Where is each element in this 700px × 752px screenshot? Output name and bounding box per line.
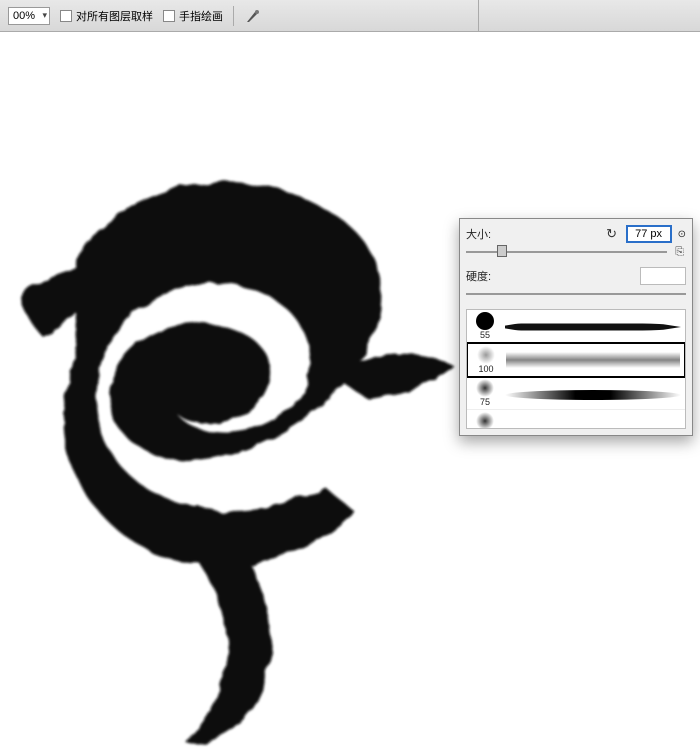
brush-thumb: 75 [471,379,499,407]
options-divider [233,6,234,26]
hardness-slider-row [466,287,686,301]
finger-painting-checkbox[interactable] [163,10,175,22]
brush-thumb: 55 [471,312,499,340]
brush-list-item[interactable]: 55 [467,310,685,343]
finger-painting-group[interactable]: 手指绘画 [163,8,223,24]
brush-list-item[interactable]: 75 [467,377,685,410]
options-bar: 00% 对所有图层取样 手指绘画 [0,0,700,32]
calligraphy-stroke [0,112,485,752]
brush-preset-panel: 大小: ↻ 77 px ⊙ ⎘ 硬度: [459,218,693,436]
strength-dropdown[interactable]: 00% [8,7,50,25]
hardness-input[interactable] [640,267,686,285]
sample-all-layers-group[interactable]: 对所有图层取样 [60,8,153,24]
brush-size-label: 75 [471,397,499,407]
hardness-slider[interactable] [466,287,686,301]
brush-list-item[interactable]: 100 [466,342,686,378]
finger-painting-label: 手指绘画 [179,8,223,24]
options-divider-right [478,0,479,32]
brush-stroke-preview [506,352,680,368]
size-input[interactable]: 77 px [626,225,672,243]
reset-size-icon[interactable]: ↻ [604,226,620,242]
new-preset-icon[interactable]: ⎘ [673,246,686,259]
brush-list[interactable]: 55 100 75 45 [466,309,686,429]
size-label: 大小: [466,226,504,242]
brush-stroke-preview [505,320,681,334]
size-input-value: 77 px [635,228,662,240]
strength-value: 00% [13,10,35,22]
size-slider[interactable] [466,245,667,259]
brush-size-label: 55 [471,330,499,340]
canvas-area[interactable]: 大小: ↻ 77 px ⊙ ⎘ 硬度: [0,32,700,700]
brush-stroke-preview [505,428,681,430]
brush-thumb: 45 [471,412,499,429]
hardness-row: 硬度: [466,267,686,285]
tablet-pressure-icon[interactable] [244,7,262,25]
brush-stroke-preview [505,390,681,400]
brush-thumb: 100 [472,346,500,374]
flyout-menu-icon[interactable]: ⊙ [678,229,686,240]
sample-all-layers-label: 对所有图层取样 [76,8,153,24]
size-slider-thumb[interactable] [497,245,507,257]
size-slider-row: ⎘ [466,245,686,259]
size-row: 大小: ↻ 77 px ⊙ [466,225,686,243]
brush-size-label: 100 [472,364,500,374]
sample-all-layers-checkbox[interactable] [60,10,72,22]
brush-list-item[interactable]: 45 [467,410,685,429]
hardness-label: 硬度: [466,268,504,284]
